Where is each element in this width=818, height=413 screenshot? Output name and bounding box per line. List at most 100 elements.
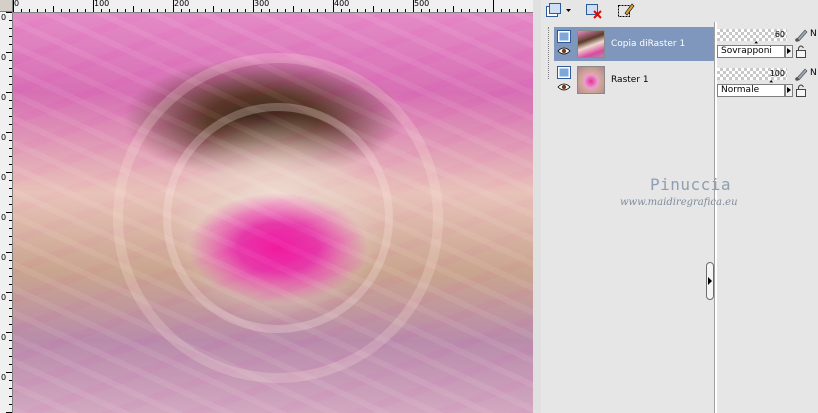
ruler-tick xyxy=(93,0,94,12)
ruler-tick xyxy=(501,9,502,12)
blend-mode-select[interactable]: Normale xyxy=(717,84,785,97)
ruler-tick xyxy=(509,9,510,12)
ruler-tick xyxy=(9,124,12,125)
ruler-tick xyxy=(325,9,326,12)
lock-icon[interactable] xyxy=(794,44,808,58)
ruler-tick xyxy=(197,9,198,12)
ruler-tick xyxy=(461,9,462,12)
ruler-tick xyxy=(9,188,12,189)
opacity-slider[interactable]: 100 xyxy=(717,68,787,80)
raster-layer-icon xyxy=(557,66,571,79)
layer-row-raster-1[interactable]: Raster 1 xyxy=(554,63,714,97)
ruler-label: 0 xyxy=(1,173,7,182)
ruler-tick xyxy=(149,9,150,12)
ruler-tick xyxy=(9,20,12,21)
ruler-tick xyxy=(525,9,526,12)
ruler-tick xyxy=(229,9,230,12)
lock-icon[interactable] xyxy=(794,83,808,97)
ruler-tick xyxy=(373,6,374,12)
ruler-label: 200 xyxy=(174,0,190,8)
blend-mode-arrow-icon[interactable] xyxy=(785,84,793,97)
layer-properties-raster-1: 100 Normale N xyxy=(717,66,818,100)
ruler-tick xyxy=(453,6,454,12)
ruler-tick xyxy=(245,9,246,12)
ruler-tick xyxy=(9,36,12,37)
ruler-tick xyxy=(317,9,318,12)
ruler-tick xyxy=(9,236,12,237)
ruler-tick xyxy=(9,308,12,309)
ruler-tick xyxy=(9,268,12,269)
opacity-slider[interactable]: 60 xyxy=(717,29,787,41)
ruler-tick xyxy=(9,196,12,197)
ruler-tick xyxy=(9,260,12,261)
ruler-tick xyxy=(485,9,486,12)
ruler-tick xyxy=(381,9,382,12)
ruler-tick xyxy=(341,9,342,12)
ruler-tick xyxy=(45,9,46,12)
ruler-tick xyxy=(9,76,12,77)
splitter[interactable] xyxy=(533,0,541,413)
ruler-tick xyxy=(6,372,12,373)
ruler-corner xyxy=(0,0,13,12)
ruler-tick xyxy=(493,0,494,12)
layer-row-copia-raster-1[interactable]: Copia diRaster 1 xyxy=(554,27,714,61)
ruler-label: 100 xyxy=(94,0,110,8)
ruler-vertical[interactable]: 0 0 0 0 0 0 0 0 0 0 xyxy=(0,12,13,413)
ruler-tick xyxy=(445,9,446,12)
ruler-tick xyxy=(285,9,286,12)
image-canvas[interactable] xyxy=(13,13,533,413)
ruler-tick xyxy=(357,9,358,12)
ruler-tick xyxy=(6,52,12,53)
ruler-tick xyxy=(9,44,12,45)
ruler-label: 300 xyxy=(254,0,270,8)
collapse-panel-button[interactable] xyxy=(706,262,714,300)
ruler-tick xyxy=(205,9,206,12)
brush-icon[interactable] xyxy=(794,67,808,81)
brush-icon[interactable] xyxy=(794,28,808,42)
ruler-tick xyxy=(261,9,262,12)
ruler-tick xyxy=(9,68,12,69)
ruler-tick xyxy=(253,0,254,12)
delete-layer-icon[interactable] xyxy=(585,2,603,19)
opacity-value: 100 xyxy=(769,69,785,78)
ruler-tick xyxy=(9,164,12,165)
ruler-tick xyxy=(213,6,214,12)
ruler-tick xyxy=(6,12,12,13)
watermark-name: Pinuccia xyxy=(650,175,732,194)
edit-selection-icon[interactable] xyxy=(617,2,635,19)
ruler-tick xyxy=(333,0,334,12)
ruler-tick xyxy=(9,276,12,277)
ruler-tick xyxy=(189,9,190,12)
ruler-tick xyxy=(6,292,12,293)
ruler-tick xyxy=(165,9,166,12)
ruler-tick xyxy=(9,108,12,109)
opacity-thumb-icon[interactable] xyxy=(717,80,787,83)
ruler-tick xyxy=(277,9,278,12)
ruler-tick xyxy=(9,228,12,229)
ruler-tick xyxy=(6,92,12,93)
ruler-tick xyxy=(397,9,398,12)
ruler-horizontal[interactable]: 0 100 200 300 400 500 xyxy=(13,0,533,13)
layer-thumbnail xyxy=(577,66,605,94)
ruler-tick xyxy=(77,9,78,12)
ruler-label: 0 xyxy=(1,213,7,222)
ruler-tick xyxy=(9,28,12,29)
ruler-tick xyxy=(9,348,12,349)
ruler-tick xyxy=(61,9,62,12)
ruler-tick xyxy=(9,244,12,245)
visibility-eye-icon[interactable] xyxy=(557,82,571,92)
ruler-tick xyxy=(9,148,12,149)
ruler-tick xyxy=(21,9,22,12)
blend-mode-arrow-icon[interactable] xyxy=(785,45,793,58)
blend-mode-select[interactable]: Sovrapponi xyxy=(717,45,785,58)
new-layer-icon[interactable] xyxy=(545,2,571,19)
visibility-eye-icon[interactable] xyxy=(557,46,571,56)
ruler-tick xyxy=(437,9,438,12)
ruler-tick xyxy=(9,356,12,357)
ruler-tick xyxy=(9,60,12,61)
ruler-tick xyxy=(133,6,134,12)
ruler-tick xyxy=(9,404,12,405)
layer-name: Raster 1 xyxy=(611,75,649,85)
ruler-tick xyxy=(309,9,310,12)
opacity-thumb-icon[interactable] xyxy=(717,41,787,44)
